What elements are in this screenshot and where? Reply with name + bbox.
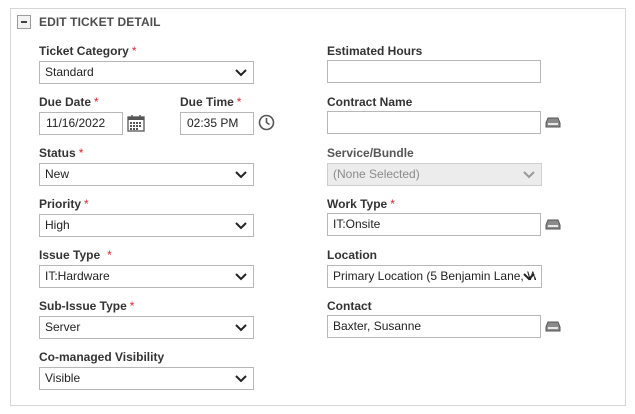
co-managed-visibility-label: Co-managed Visibility <box>39 350 165 364</box>
due-time-input[interactable]: 02:35 PM <box>180 112 254 135</box>
clock-icon[interactable] <box>258 114 275 134</box>
chevron-down-icon <box>235 67 247 77</box>
chevron-down-icon <box>523 271 535 281</box>
status-value: New <box>45 167 70 181</box>
chevron-down-icon <box>235 220 247 230</box>
location-value: Primary Location (5 Benjamin Lane, Welle… <box>333 269 536 283</box>
chevron-down-icon <box>235 169 247 179</box>
location-label: Location <box>327 248 377 262</box>
status-select[interactable]: New <box>39 163 254 186</box>
contact-value: Baxter, Susanne <box>333 319 422 333</box>
estimated-hours-input[interactable] <box>327 60 541 83</box>
priority-select[interactable]: High <box>39 214 254 237</box>
sub-issue-type-label: Sub-Issue Type * <box>39 299 135 313</box>
contact-input[interactable]: Baxter, Susanne <box>327 315 541 338</box>
due-date-label: Due Date * <box>39 95 99 109</box>
co-managed-visibility-value: Visible <box>45 371 81 385</box>
calendar-icon[interactable] <box>127 114 145 135</box>
due-date-input[interactable]: 11/16/2022 <box>39 112 123 135</box>
lookup-icon[interactable] <box>545 218 561 234</box>
work-type-value: IT:Onsite <box>333 217 381 231</box>
work-type-label: Work Type * <box>327 197 395 211</box>
contract-name-input[interactable] <box>327 111 541 134</box>
chevron-down-icon <box>235 373 247 383</box>
issue-type-label: Issue Type * <box>39 248 112 262</box>
due-time-value: 02:35 PM <box>187 116 239 130</box>
collapse-section-button[interactable] <box>17 15 31 29</box>
service-bundle-select: (None Selected) <box>327 163 542 186</box>
due-date-value: 11/16/2022 <box>46 116 106 130</box>
contact-label: Contact <box>327 299 372 313</box>
ticket-category-value: Standard <box>45 65 94 79</box>
issue-type-value: IT:Hardware <box>45 269 110 283</box>
due-time-label: Due Time * <box>180 95 242 109</box>
chevron-down-icon <box>523 169 535 179</box>
service-bundle-value: (None Selected) <box>333 167 420 181</box>
ticket-category-select[interactable]: Standard <box>39 61 254 84</box>
sub-issue-type-select[interactable]: Server <box>39 316 254 339</box>
location-select[interactable]: Primary Location (5 Benjamin Lane, Welle… <box>327 265 542 288</box>
contract-name-label: Contract Name <box>327 95 413 109</box>
co-managed-visibility-select[interactable]: Visible <box>39 367 254 390</box>
lookup-icon[interactable] <box>545 320 561 336</box>
chevron-down-icon <box>235 271 247 281</box>
priority-label: Priority * <box>39 197 89 211</box>
issue-type-select[interactable]: IT:Hardware <box>39 265 254 288</box>
section-title: EDIT TICKET DETAIL <box>39 15 161 29</box>
work-type-input[interactable]: IT:Onsite <box>327 213 541 236</box>
status-label: Status * <box>39 146 84 160</box>
ticket-category-label: Ticket Category * <box>39 44 137 58</box>
chevron-down-icon <box>235 322 247 332</box>
estimated-hours-label: Estimated Hours <box>327 44 423 58</box>
service-bundle-label: Service/Bundle <box>327 146 414 160</box>
priority-value: High <box>45 218 70 232</box>
sub-issue-type-value: Server <box>45 320 81 334</box>
lookup-icon[interactable] <box>545 116 561 132</box>
